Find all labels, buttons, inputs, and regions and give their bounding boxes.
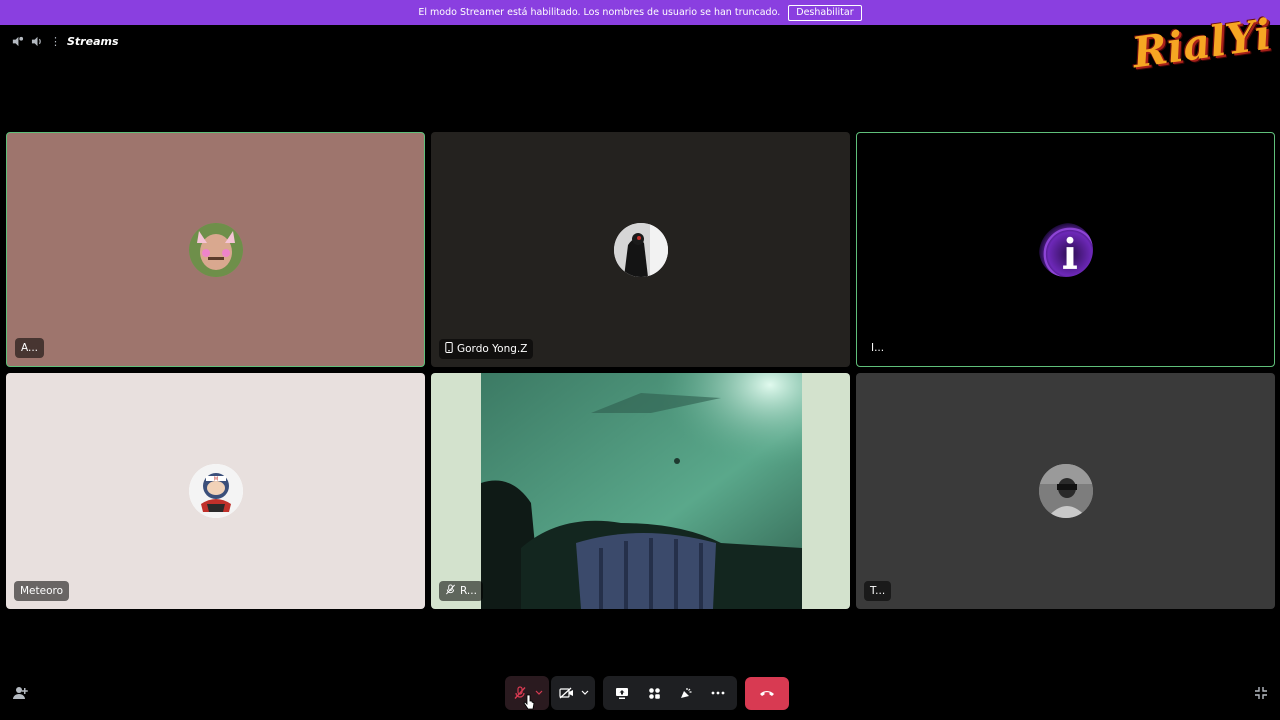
volume-icon[interactable] xyxy=(30,34,44,48)
speaker-status-icon[interactable] xyxy=(10,34,24,48)
participant-tile[interactable]: M Meteoro xyxy=(6,373,425,609)
participant-name-tag: R... xyxy=(439,581,483,601)
participant-avatar xyxy=(1038,464,1093,518)
participant-name: A... xyxy=(21,342,39,354)
participant-tile[interactable]: I... xyxy=(856,132,1275,367)
camera-control-group xyxy=(551,676,595,710)
participant-name: Gordo Yong.Z xyxy=(457,343,528,355)
exit-fullscreen-button[interactable] xyxy=(1252,684,1270,702)
channel-name: Streams xyxy=(67,34,119,48)
camera-options-chevron-icon[interactable] xyxy=(579,679,591,707)
svg-text:M: M xyxy=(213,477,217,483)
participant-tile[interactable]: A... xyxy=(6,132,425,367)
participant-video-stream xyxy=(481,373,802,609)
brand-logo: RialYi xyxy=(1129,6,1275,82)
participant-video-tile[interactable]: R... xyxy=(431,373,850,609)
soundboard-button[interactable] xyxy=(673,679,699,707)
screen-share-button[interactable] xyxy=(609,679,635,707)
participant-name-tag: T... xyxy=(864,581,892,601)
participant-name: R... xyxy=(460,585,477,597)
participant-tile[interactable]: Gordo Yong.Z xyxy=(431,132,850,367)
streamer-mode-banner: El modo Streamer está habilitado. Los no… xyxy=(0,0,1280,25)
participant-avatar xyxy=(188,222,243,277)
participant-tile[interactable]: T... xyxy=(856,373,1275,609)
muted-mic-icon xyxy=(445,584,456,598)
call-controls xyxy=(505,676,789,710)
banner-message: El modo Streamer está habilitado. Los no… xyxy=(418,7,781,18)
voice-channel-header: ⋮ Streams xyxy=(10,33,119,49)
participant-avatar: M xyxy=(188,464,243,518)
end-call-button[interactable] xyxy=(745,676,789,710)
participant-name-tag: I... xyxy=(865,338,891,358)
more-options-button[interactable] xyxy=(705,679,731,707)
logo-text: RialYi xyxy=(1129,9,1275,78)
activities-button[interactable] xyxy=(641,679,667,707)
channel-prefix: ⋮ xyxy=(50,34,61,48)
actions-group xyxy=(603,676,737,710)
participant-avatar xyxy=(1038,222,1093,277)
participant-name-tag: Gordo Yong.Z xyxy=(439,339,534,359)
participant-name: I... xyxy=(871,342,885,354)
participant-name-tag: A... xyxy=(15,338,45,358)
mouse-cursor xyxy=(523,694,535,714)
disable-streamer-mode-button[interactable]: Deshabilitar xyxy=(788,4,862,21)
invite-user-button[interactable] xyxy=(11,684,29,702)
participant-name: T... xyxy=(870,585,886,597)
participant-name: Meteoro xyxy=(20,585,64,597)
participant-avatar xyxy=(613,222,668,277)
phone-icon xyxy=(445,342,453,356)
camera-toggle-button[interactable] xyxy=(555,679,577,707)
participant-name-tag: Meteoro xyxy=(14,581,70,601)
